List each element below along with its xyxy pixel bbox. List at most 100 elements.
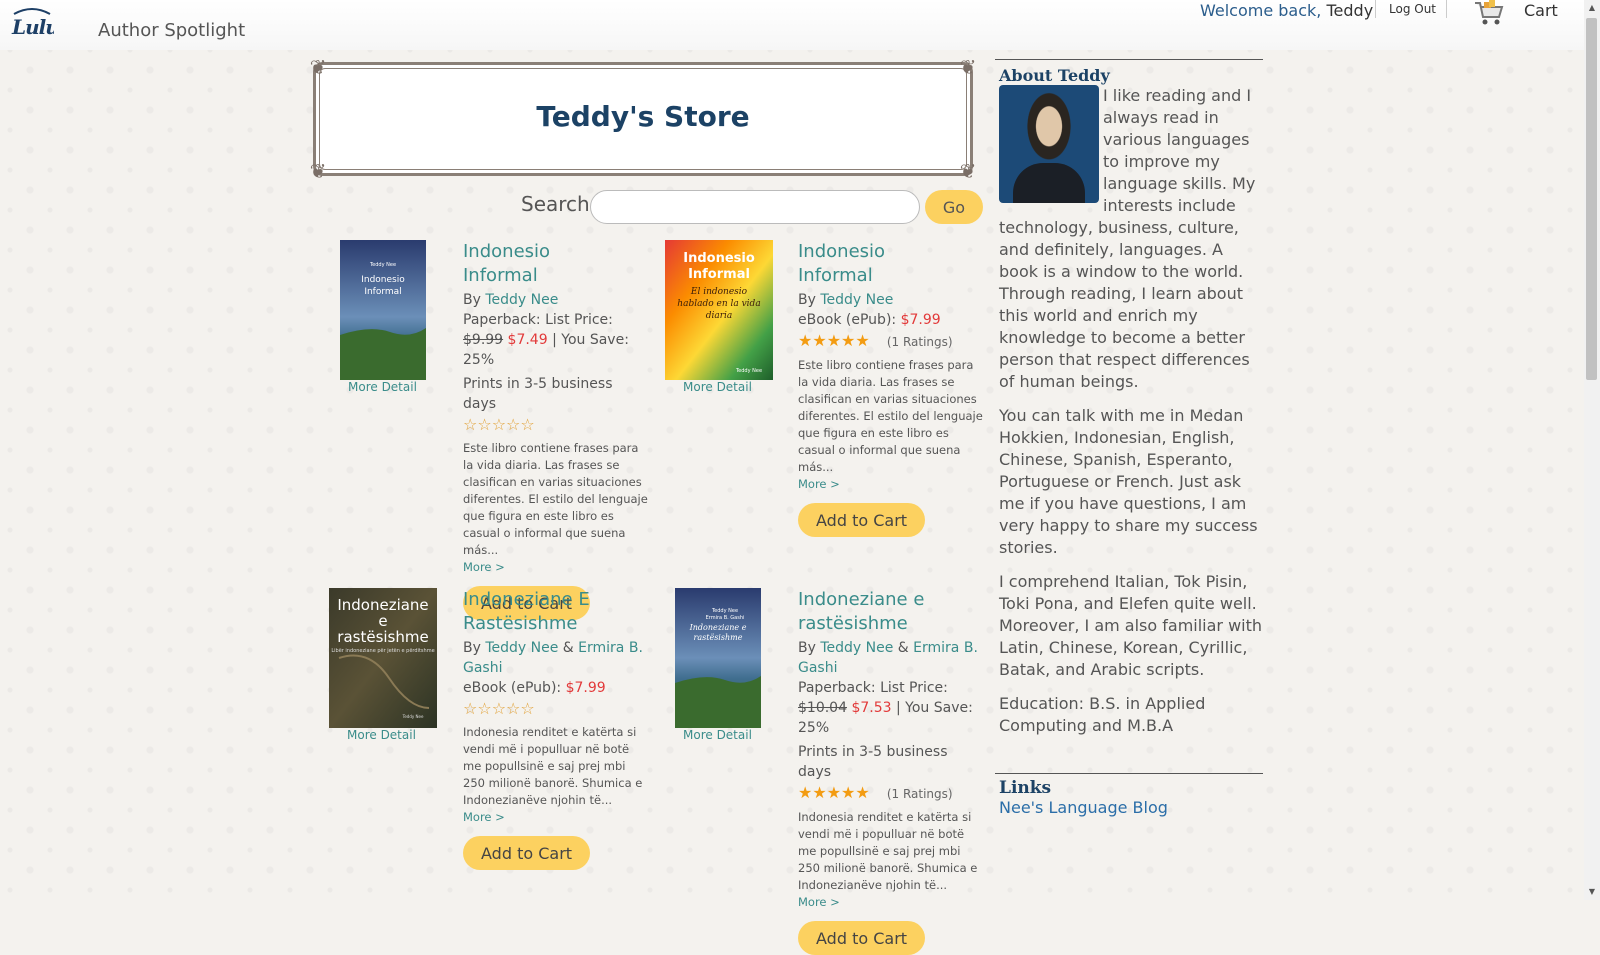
star-rating[interactable]: ☆☆☆☆☆ bbox=[463, 698, 649, 720]
author-link[interactable]: Teddy Nee bbox=[485, 640, 558, 656]
go-button[interactable]: Go bbox=[925, 190, 983, 224]
more-detail-link[interactable]: More Detail bbox=[348, 380, 417, 394]
svg-text:Lulu: Lulu bbox=[11, 15, 54, 39]
star-rating[interactable]: ★★★★★ (1 Ratings) bbox=[798, 330, 984, 353]
blog-link[interactable]: Nee's Language Blog bbox=[999, 798, 1263, 817]
sale-price: $7.99 bbox=[900, 312, 941, 328]
svg-text:diaria: diaria bbox=[706, 311, 733, 321]
star-icon: ★★★★★ bbox=[798, 783, 870, 802]
welcome-message: Welcome back, Teddy bbox=[1200, 1, 1373, 20]
product-description: Este libro contiene frases para la vida … bbox=[463, 441, 648, 557]
byline: By Teddy Nee & Ermira B. Gashi bbox=[798, 638, 984, 678]
chevron-up-icon[interactable]: ▲ bbox=[1584, 0, 1600, 16]
lulu-logo-mark: Lulu bbox=[11, 8, 60, 39]
product-description: Este libro contiene frases para la vida … bbox=[798, 358, 983, 474]
ratings-count[interactable]: (1 Ratings) bbox=[887, 787, 953, 801]
price-line: eBook (ePub): $7.99 bbox=[463, 678, 649, 698]
product-description: Indonesia renditet e katërta si vendi më… bbox=[463, 725, 643, 807]
format-label: Paperback: List Price: bbox=[463, 312, 613, 328]
product-title-line[interactable]: Indonesio bbox=[463, 241, 550, 262]
by-label: By bbox=[463, 292, 481, 308]
lulu-logo[interactable]: Lulu bbox=[10, 6, 60, 44]
svg-text:Indonesio: Indonesio bbox=[683, 251, 755, 266]
search-input[interactable] bbox=[590, 190, 920, 224]
book-cover[interactable]: Teddy Nee Ermira B. Gashi Indoneziane e … bbox=[675, 588, 761, 728]
price-line: Paperback: List Price: $10.04 $7.53 | Yo… bbox=[798, 678, 984, 738]
product-title-line[interactable]: Informal bbox=[798, 265, 873, 286]
more-link[interactable]: More > bbox=[798, 476, 984, 493]
svg-text:El indonesio: El indonesio bbox=[690, 287, 748, 297]
more-detail-link[interactable]: More Detail bbox=[347, 728, 416, 742]
star-rating[interactable]: ★★★★★ (1 Ratings) bbox=[798, 782, 984, 805]
list-price: $10.04 bbox=[798, 700, 847, 716]
more-detail-link[interactable]: More Detail bbox=[683, 380, 752, 394]
author-link[interactable]: Ermira B. bbox=[578, 640, 643, 656]
chevron-down-icon[interactable]: ▼ bbox=[1584, 884, 1600, 900]
product-title-line[interactable]: rastësishme bbox=[798, 613, 908, 634]
star-icon: ☆☆☆☆☆ bbox=[463, 699, 535, 718]
bio-paragraph: I comprehend Italian, Tok Pisin, Toki Po… bbox=[999, 572, 1263, 679]
product-title-line[interactable]: Indoneziane E bbox=[463, 589, 590, 610]
you-save-percent: 25% bbox=[798, 720, 830, 736]
bio-paragraph: Education: B.S. in Applied Computing and… bbox=[999, 694, 1206, 735]
author-link[interactable]: Ermira B. bbox=[913, 640, 978, 656]
product-title[interactable]: Indonesio Informal bbox=[463, 240, 649, 288]
product-title-line[interactable]: Indonesio bbox=[798, 241, 885, 262]
add-to-cart-button[interactable]: Add to Cart bbox=[798, 921, 926, 955]
more-link[interactable]: More > bbox=[463, 809, 649, 826]
search-label: Search bbox=[521, 192, 590, 216]
user-name[interactable]: Teddy bbox=[1326, 1, 1373, 20]
product-title-line[interactable]: Indoneziane e bbox=[798, 589, 924, 610]
about-heading: About Teddy bbox=[999, 66, 1110, 85]
ratings-count[interactable]: (1 Ratings) bbox=[887, 335, 953, 349]
book-cover[interactable]: Indoneziane e rastësishme Libër indonezi… bbox=[329, 588, 437, 728]
add-to-cart-button[interactable]: Add to Cart bbox=[463, 836, 591, 870]
product-info: Indonesio Informal By Teddy Nee Paperbac… bbox=[463, 240, 649, 620]
avatar bbox=[999, 85, 1099, 203]
author-link[interactable]: Gashi bbox=[463, 660, 502, 676]
cart-icon[interactable] bbox=[1474, 0, 1504, 26]
book-cover[interactable]: Indonesio Informal El indonesio hablado … bbox=[665, 240, 773, 380]
site-title[interactable]: Author Spotlight bbox=[98, 20, 245, 41]
star-rating[interactable]: ☆☆☆☆☆ bbox=[463, 414, 649, 436]
svg-text:Teddy Nee: Teddy Nee bbox=[735, 368, 762, 374]
store-banner: ❦ ❦ ❦ ❦ Teddy's Store bbox=[310, 56, 977, 182]
svg-text:Informal: Informal bbox=[364, 287, 401, 297]
more-link[interactable]: More > bbox=[463, 559, 649, 576]
book-cover[interactable]: Teddy Nee Indonesio Informal bbox=[340, 240, 426, 380]
product-title[interactable]: Indoneziane E Rastësishme bbox=[463, 588, 649, 636]
svg-text:Informal: Informal bbox=[688, 267, 750, 282]
by-label: By bbox=[463, 640, 481, 656]
sale-price: $7.53 bbox=[851, 700, 892, 716]
links-heading: Links bbox=[999, 778, 1052, 798]
product-info: Indoneziane E Rastësishme By Teddy Nee &… bbox=[463, 588, 649, 870]
byline: By Teddy Nee & Ermira B. Gashi bbox=[463, 638, 649, 678]
more-detail-link[interactable]: More Detail bbox=[683, 728, 752, 742]
add-to-cart-button[interactable]: Add to Cart bbox=[798, 503, 926, 537]
svg-text:Teddy Nee: Teddy Nee bbox=[369, 262, 396, 268]
product-title[interactable]: Indonesio Informal bbox=[798, 240, 984, 288]
bio-paragraph: You can talk with me in Medan Hokkien, I… bbox=[999, 406, 1258, 557]
divider bbox=[995, 773, 1263, 774]
author-link[interactable]: Teddy Nee bbox=[820, 292, 893, 308]
cart-link[interactable]: Cart bbox=[1524, 1, 1558, 20]
svg-text:Teddy Nee: Teddy Nee bbox=[402, 714, 424, 719]
format-label: eBook (ePub): bbox=[798, 312, 897, 328]
scrollbar-thumb[interactable] bbox=[1586, 18, 1597, 380]
author-link[interactable]: Teddy Nee bbox=[820, 640, 893, 656]
author-link[interactable]: Teddy Nee bbox=[485, 292, 558, 308]
you-save: | You Save: bbox=[896, 700, 973, 716]
list-price: $9.99 bbox=[463, 332, 504, 348]
product-title-line[interactable]: Rastësishme bbox=[463, 613, 577, 634]
product-title-line[interactable]: Informal bbox=[463, 265, 538, 286]
author-link[interactable]: Gashi bbox=[798, 660, 837, 676]
ornament-icon: ❦ bbox=[959, 55, 977, 79]
product-info: Indonesio Informal By Teddy Nee eBook (e… bbox=[798, 240, 984, 537]
product-title[interactable]: Indoneziane e rastësishme bbox=[798, 588, 984, 636]
logout-link[interactable]: Log Out bbox=[1389, 2, 1436, 16]
more-link[interactable]: More > bbox=[798, 894, 984, 911]
svg-text:Libër indoneziane për jetën e: Libër indoneziane për jetën e përditshme bbox=[331, 648, 434, 654]
price-line: Paperback: List Price: $9.99 $7.49 | You… bbox=[463, 310, 649, 370]
scrollbar[interactable]: ▲ ▼ bbox=[1584, 0, 1600, 900]
by-label: By bbox=[798, 640, 816, 656]
